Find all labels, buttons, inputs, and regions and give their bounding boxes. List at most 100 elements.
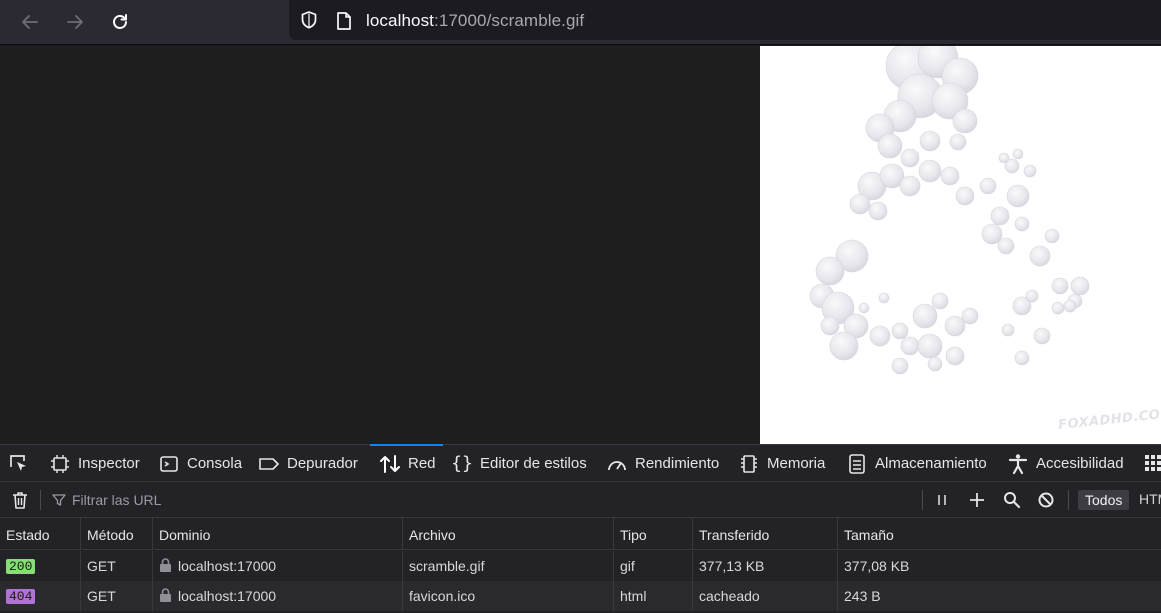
debugger-icon	[258, 453, 280, 475]
tracking-protection-button[interactable]	[299, 10, 319, 35]
column-header-transferred[interactable]: Transferido	[693, 518, 838, 550]
requests-table: Estado Método Dominio Archivo Tipo Trans…	[0, 518, 1161, 613]
tab-memory[interactable]: Memoria	[738, 445, 825, 482]
inspector-icon	[49, 453, 71, 475]
tab-performance[interactable]: Rendimiento	[606, 445, 719, 482]
browser-toolbar: localhost:17000/scramble.gif	[0, 0, 1161, 45]
url-bar[interactable]: localhost:17000/scramble.gif	[289, 0, 1161, 40]
domain-text: localhost:17000	[178, 588, 277, 604]
network-toolbar: Todos HTML	[0, 482, 1161, 518]
chip-icon	[738, 453, 760, 475]
toolbar-divider	[40, 490, 41, 510]
table-header: Estado Método Dominio Archivo Tipo Trans…	[0, 518, 1161, 550]
trash-icon	[13, 492, 27, 509]
method-cell: GET	[81, 581, 153, 611]
page-icon	[337, 12, 351, 30]
column-header-method[interactable]: Método	[81, 518, 153, 550]
pause-button[interactable]	[930, 489, 954, 511]
storage-icon	[846, 453, 868, 475]
toolbar-divider	[1068, 490, 1069, 510]
status-cell: 404	[0, 581, 81, 611]
page-info-button[interactable]	[335, 11, 353, 36]
console-icon	[158, 453, 180, 475]
table-row[interactable]: 404 GET localhost:17000 favicon.ico html…	[0, 581, 1161, 611]
tab-performance-label: Rendimiento	[635, 455, 720, 472]
accessibility-icon	[1007, 453, 1029, 475]
braces-icon: {}	[451, 453, 473, 474]
url-host: localhost	[366, 11, 434, 30]
element-picker-button[interactable]	[8, 453, 30, 480]
size-cell: 377,08 KB	[844, 558, 910, 574]
back-arrow-icon	[22, 15, 38, 29]
url-path: :17000/scramble.gif	[434, 11, 585, 30]
status-cell: 200	[0, 551, 81, 581]
method-cell: GET	[81, 551, 153, 581]
column-header-status[interactable]: Estado	[0, 518, 81, 550]
forward-button[interactable]	[60, 7, 90, 37]
filter-all-button[interactable]: Todos	[1078, 490, 1130, 510]
transferred-cell: 377,13 KB	[693, 551, 838, 581]
grid-dots-icon	[1145, 455, 1161, 471]
pause-icon	[938, 495, 946, 505]
type-cell: gif	[614, 551, 693, 581]
url-filter-input[interactable]	[72, 492, 432, 508]
tab-inspector[interactable]: Inspector	[49, 445, 140, 482]
column-header-size[interactable]: Tamaño	[838, 518, 1161, 550]
tab-debugger[interactable]: Depurador	[258, 445, 358, 482]
reload-icon	[113, 14, 127, 29]
domain-cell: localhost:17000	[153, 551, 403, 581]
status-badge: 404	[6, 589, 36, 604]
lock-icon	[160, 558, 171, 573]
tab-console[interactable]: Consola	[158, 445, 242, 482]
tab-console-label: Consola	[187, 455, 243, 472]
status-badge: 200	[6, 559, 36, 574]
back-button[interactable]	[15, 7, 45, 37]
domain-cell: localhost:17000	[153, 581, 403, 611]
gauge-icon	[606, 453, 628, 475]
tab-debugger-label: Depurador	[287, 455, 358, 472]
file-cell: favicon.ico	[403, 581, 614, 611]
funnel-icon	[52, 494, 66, 506]
tab-accessibility[interactable]: Accesibilidad	[1007, 445, 1124, 482]
network-arrows-icon	[379, 453, 401, 475]
page-viewport: FOXADHD.COM	[0, 46, 1161, 444]
tab-accessibility-label: Accesibilidad	[1036, 455, 1124, 472]
tab-storage[interactable]: Almacenamiento	[846, 445, 987, 482]
transferred-cell: cacheado	[693, 581, 838, 611]
shield-icon	[301, 11, 317, 29]
column-header-file[interactable]: Archivo	[403, 518, 614, 550]
devtools-tabbar: Inspector Consola Depurador Red {} Edito…	[0, 444, 1161, 482]
forward-arrow-icon	[67, 15, 83, 29]
add-button[interactable]	[965, 489, 989, 511]
toolbar-divider	[922, 490, 923, 510]
type-cell: html	[614, 581, 693, 611]
filter-html-button[interactable]: HTML	[1139, 491, 1161, 507]
reload-button[interactable]	[105, 7, 135, 37]
column-header-type[interactable]: Tipo	[614, 518, 693, 550]
column-header-domain[interactable]: Dominio	[153, 518, 403, 550]
block-icon	[1038, 492, 1054, 508]
block-button[interactable]	[1034, 489, 1058, 511]
tab-network[interactable]: Red	[370, 444, 443, 482]
table-row[interactable]: 200 GET localhost:17000 scramble.gif gif…	[0, 551, 1161, 581]
search-button[interactable]	[1000, 489, 1024, 511]
tab-style-editor[interactable]: {} Editor de estilos	[451, 445, 587, 482]
lock-icon	[160, 588, 171, 603]
url-text[interactable]: localhost:17000/scramble.gif	[366, 11, 584, 31]
domain-text: localhost:17000	[178, 558, 277, 574]
tab-memory-label: Memoria	[767, 455, 826, 472]
tab-storage-label: Almacenamiento	[875, 455, 987, 472]
overflow-menu-button[interactable]	[1144, 454, 1161, 477]
url-filter[interactable]	[52, 490, 452, 510]
size-cell: 243 B	[844, 588, 881, 604]
search-icon	[1004, 492, 1021, 509]
scramble-gif-image: FOXADHD.COM	[760, 46, 1161, 444]
clear-requests-button[interactable]	[10, 490, 30, 515]
tab-inspector-label: Inspector	[78, 455, 140, 472]
plus-icon	[970, 493, 984, 507]
tab-network-label: Red	[408, 455, 436, 472]
smoke-cloud-graphic	[809, 46, 1090, 375]
element-picker-icon	[10, 455, 26, 471]
tab-style-editor-label: Editor de estilos	[480, 455, 587, 472]
file-cell: scramble.gif	[403, 551, 614, 581]
